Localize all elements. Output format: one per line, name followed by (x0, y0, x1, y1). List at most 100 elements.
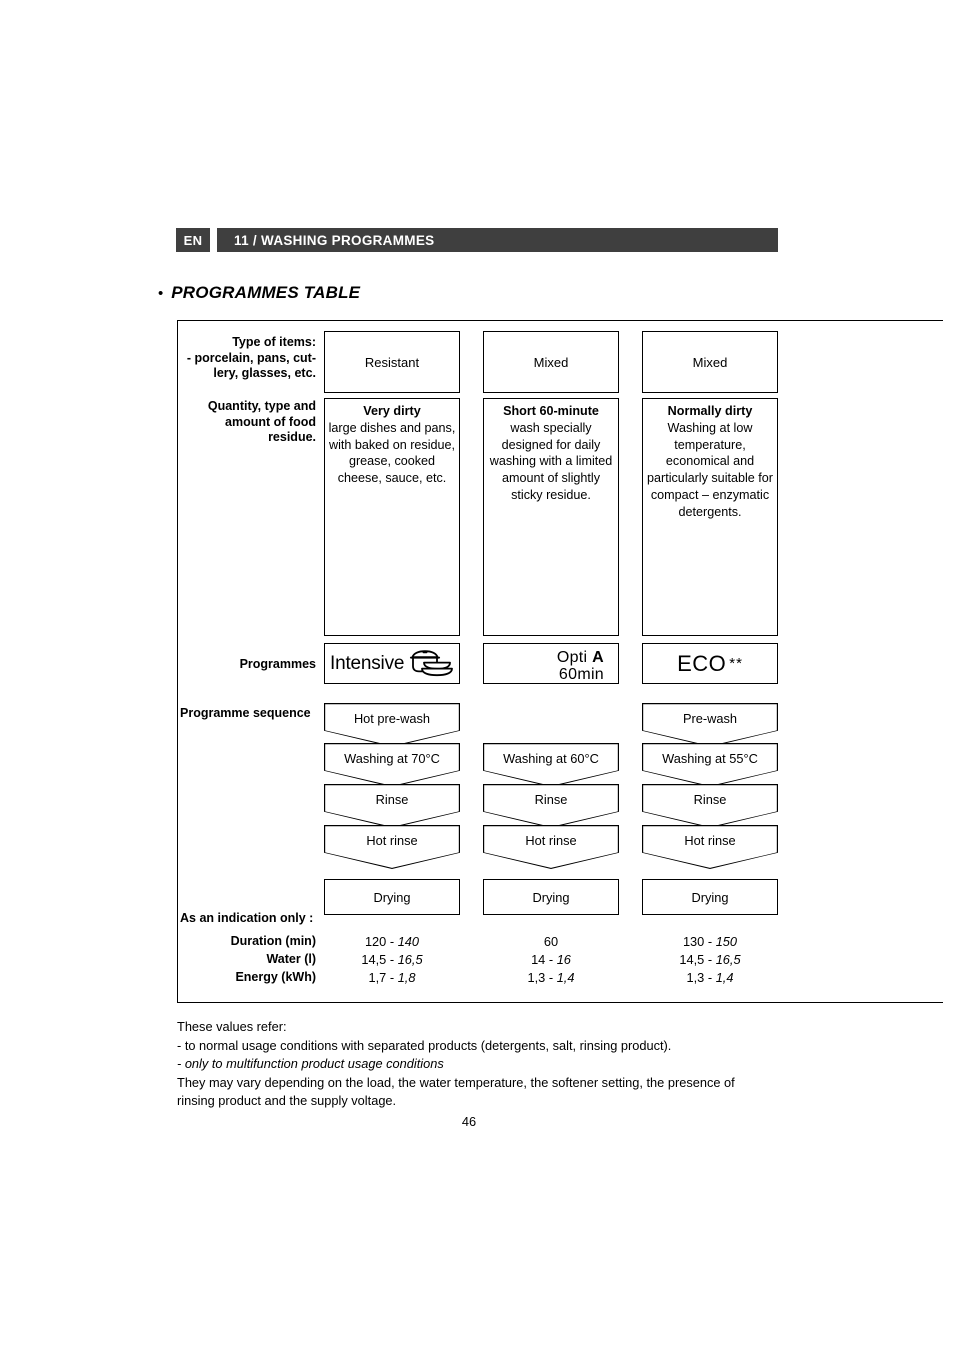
dirt-description-cell: Very dirty large dishes and pans, with b… (324, 398, 460, 636)
value-normal: 60 (543, 934, 559, 949)
programme-logo-opti-a-60min[interactable]: Opti A 60min (483, 643, 619, 684)
eco-stars-icon: ** (729, 655, 743, 672)
chapter-header-bar: EN 11 / WASHING PROGRAMMES (176, 228, 778, 252)
dirt-body: large dishes and pans, with baked on res… (328, 420, 456, 486)
pot-and-plates-icon (407, 649, 453, 679)
chapter-title: 11 / WASHING PROGRAMMES (217, 228, 778, 252)
row-label-programme-sequence: Programme sequence (180, 706, 311, 720)
page-title: PROGRAMMES TABLE (171, 283, 361, 302)
programme-name-line2: 60min (558, 666, 604, 683)
sequence-step-label: Washing at 60°C (503, 751, 599, 766)
value-multifunction: 1,8 (397, 970, 416, 985)
water-value: 14,5 - 16,5 (642, 952, 778, 967)
sequence-step-drying: Drying (642, 879, 778, 915)
sequence-step-label: Hot rinse (366, 833, 418, 848)
sequence-step-label: Washing at 55°C (662, 751, 758, 766)
programme-logo-eco[interactable]: ECO ** (642, 643, 778, 684)
programme-name-line1: Opti A (556, 649, 604, 666)
water-value: 14 - 16 (483, 952, 619, 967)
value-separator: - (548, 952, 554, 967)
value-separator: - (389, 952, 395, 967)
sequence-step: Washing at 60°C (483, 743, 619, 787)
sequence-step: Washing at 70°C (324, 743, 460, 787)
footnote-line: These values refer: (177, 1019, 287, 1034)
sequence-step: Rinse (642, 784, 778, 828)
value-normal: 1,7 (368, 970, 387, 985)
value-multifunction: 16 (556, 952, 571, 967)
programme-name: ECO (677, 650, 727, 676)
value-separator: - (707, 970, 713, 985)
energy-value: 1,3 - 1,4 (483, 970, 619, 985)
language-badge: EN (176, 228, 210, 252)
dirt-title: Very dirty (363, 404, 421, 418)
sequence-step: Rinse (483, 784, 619, 828)
dirt-description-cell: Normally dirty Washing at low temperatur… (642, 398, 778, 636)
section-heading: • PROGRAMMES TABLE (158, 283, 360, 303)
footnote-line: - to normal usage conditions with separa… (177, 1037, 672, 1053)
sequence-step-label: Rinse (534, 792, 568, 807)
value-normal: 14,5 (361, 952, 387, 967)
sequence-step-label: Washing at 70°C (344, 751, 440, 766)
programmes-table: Type of items: - porcelain, pans, cut- l… (177, 320, 943, 1003)
row-label-water: Water (l) (266, 952, 316, 966)
page-number: 46 (0, 1114, 954, 1129)
row-label-indication: As an indication only : (180, 911, 314, 925)
value-normal: 1,3 (686, 970, 705, 985)
value-separator: - (707, 934, 713, 949)
sequence-step-drying: Drying (324, 879, 460, 915)
type-of-items-cell: Mixed (483, 331, 619, 393)
value-multifunction: 1,4 (715, 970, 734, 985)
sequence-step-label: Rinse (375, 792, 409, 807)
value-multifunction: 1,4 (556, 970, 575, 985)
dirt-title: Short 60-minute (503, 404, 599, 418)
dirt-body: wash specially designed for daily washin… (489, 420, 613, 502)
footnote-line: rinsing product and the supply voltage. (177, 1093, 397, 1109)
sequence-step: Washing at 55°C (642, 743, 778, 787)
dirt-body: Washing at low temperature, economical a… (647, 420, 773, 519)
row-label-line: - porcelain, pans, cut- (186, 350, 316, 365)
sequence-step: Hot rinse (642, 825, 778, 869)
dirt-title: Normally dirty (667, 404, 753, 418)
row-label-type-of-items: Type of items: - porcelain, pans, cut- l… (178, 335, 316, 382)
row-label-quantity: Quantity, type and amount of food residu… (178, 399, 316, 446)
sequence-step: Hot rinse (483, 825, 619, 869)
footnotes: These values refer: - to normal usage co… (177, 1018, 877, 1111)
value-normal: 14,5 (679, 952, 705, 967)
value-multifunction: 16,5 (715, 952, 741, 967)
value-normal: 120 (364, 934, 387, 949)
sequence-step: Pre-wash (642, 703, 778, 747)
row-label-line: residue. (268, 430, 316, 444)
duration-value: 120 - 140 (324, 934, 460, 949)
programme-name: Intensive (330, 652, 405, 674)
sequence-step-label: Hot pre-wash (353, 711, 431, 726)
sequence-step: Rinse (324, 784, 460, 828)
sequence-step-label: Hot rinse (525, 833, 577, 848)
row-label-line: lery, glasses, etc. (213, 366, 316, 380)
value-normal: 14 (531, 952, 546, 967)
value-separator: - (707, 952, 713, 967)
sequence-step-label: Pre-wash (682, 711, 738, 726)
sequence-step: Hot rinse (324, 825, 460, 869)
energy-value: 1,3 - 1,4 (642, 970, 778, 985)
water-value: 14,5 - 16,5 (324, 952, 460, 967)
row-label-programmes: Programmes (239, 657, 316, 671)
duration-value: 60 (483, 934, 619, 949)
programme-logo-intensive[interactable]: Intensive (324, 643, 460, 684)
type-of-items-cell: Mixed (642, 331, 778, 393)
value-multifunction: 140 (397, 934, 420, 949)
bullet-icon: • (158, 285, 164, 302)
value-normal: 130 (682, 934, 705, 949)
footnote-line-italic: - only to multifunction product usage co… (177, 1056, 444, 1072)
row-label-duration: Duration (min) (230, 934, 316, 948)
duration-value: 130 - 150 (642, 934, 778, 949)
page-number-value: 46 (461, 1114, 477, 1129)
type-of-items-cell: Resistant (324, 331, 460, 393)
value-multifunction: 16,5 (397, 952, 423, 967)
dirt-description-cell: Short 60-minute wash specially designed … (483, 398, 619, 636)
value-normal: 1,3 (527, 970, 546, 985)
value-separator: - (548, 970, 554, 985)
footnote-line: They may vary depending on the load, the… (177, 1074, 735, 1090)
row-label-energy: Energy (kWh) (235, 970, 316, 984)
sequence-step-drying: Drying (483, 879, 619, 915)
sequence-step-label: Hot rinse (684, 833, 736, 848)
